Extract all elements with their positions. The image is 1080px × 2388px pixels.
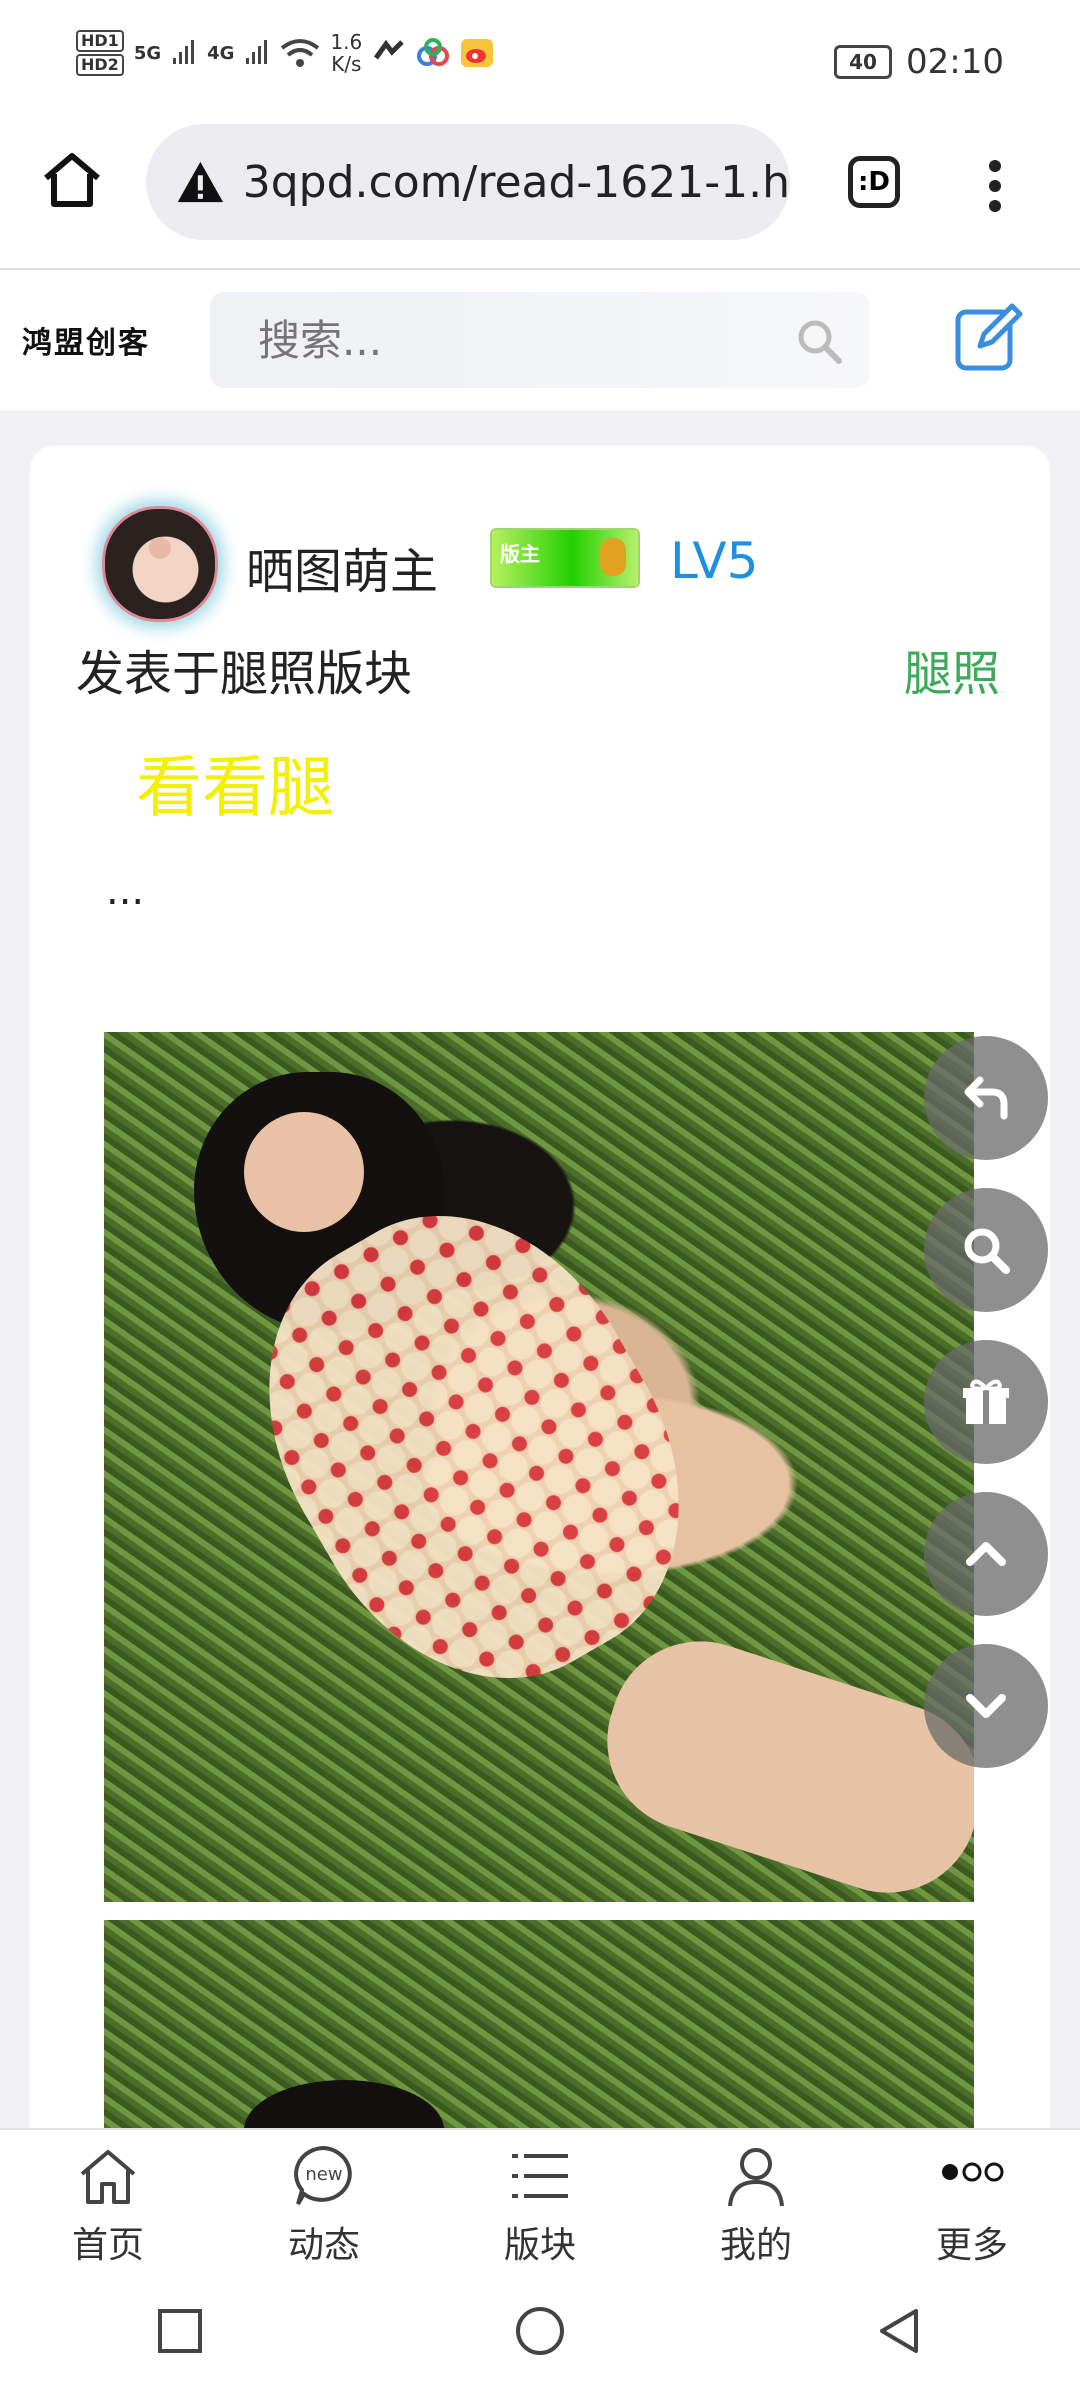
post-image-1[interactable] (104, 1032, 974, 1902)
forum-tag-link[interactable]: 腿照 (904, 634, 1000, 704)
user-avatar[interactable] (102, 506, 218, 622)
bottom-tab-bar: 首页 new 动态 版块 我的 更多 (0, 2128, 1080, 2274)
search-icon[interactable] (794, 316, 844, 366)
badge-text: 版主 (500, 542, 540, 566)
badge-figure-icon (600, 538, 626, 576)
site-header: 鸿盟创客 (0, 270, 1080, 410)
tab-forums[interactable]: 版块 (432, 2130, 648, 2274)
tab-home-label: 首页 (71, 2225, 144, 2266)
list-icon (512, 2154, 568, 2198)
warning-icon[interactable] (176, 156, 225, 208)
moderator-badge: 版主 (492, 530, 638, 586)
browser-menu-icon[interactable] (980, 156, 1010, 216)
site-logo[interactable]: 鸿盟创客 (22, 318, 150, 362)
status-bar: HD1 HD2 5G 4G 1.6 K/s 40 02:10 (0, 0, 1080, 120)
home-icon[interactable] (40, 148, 104, 212)
new-bubble-icon: new (294, 2145, 352, 2206)
tab-me-label: 我的 (719, 2225, 792, 2266)
system-nav-bar (0, 2274, 1080, 2388)
tab-more[interactable]: 更多 (864, 2130, 1080, 2274)
status-right: 40 02:10 (834, 42, 1004, 82)
net-speed-value: 1.6 (330, 30, 363, 54)
address-bar[interactable]: 3qpd.com/read-1621-1.h (146, 124, 790, 240)
net-speed-unit: K/s (331, 52, 362, 76)
signal-5g-icon: 5G (133, 42, 162, 64)
tab-more-label: 更多 (935, 2225, 1008, 2266)
search-box[interactable] (210, 292, 870, 390)
more-dots-icon (942, 2162, 1004, 2182)
scroll-top-button[interactable] (924, 1492, 1048, 1616)
edit-icon[interactable] (954, 302, 1024, 372)
hd1-indicator: HD1 (76, 30, 124, 52)
app-notification-icon (374, 39, 405, 60)
back-icon (964, 1076, 1008, 1120)
post-card: 晒图萌主 版主 LV5 发表于腿照版块 腿照 看看腿 ... (30, 446, 1050, 2226)
search-fab-button[interactable] (924, 1188, 1048, 1312)
hd-indicators: HD1 HD2 (76, 30, 124, 76)
tab-feed-label: 动态 (287, 2225, 360, 2266)
signal-bars-2-icon (246, 40, 268, 64)
home-circle-icon[interactable] (514, 2305, 566, 2357)
person-icon (728, 2148, 784, 2207)
hd2-indicator: HD2 (76, 54, 124, 76)
clock: 02:10 (906, 42, 1004, 82)
wifi-icon (281, 39, 320, 67)
back-triangle-icon[interactable] (874, 2305, 926, 2357)
tab-me[interactable]: 我的 (648, 2130, 864, 2274)
user-level: LV5 (670, 532, 759, 590)
tab-switcher-button[interactable]: :D (848, 156, 900, 208)
svg-text:new: new (305, 2164, 342, 2185)
tab-home[interactable]: 首页 (0, 2130, 216, 2274)
tab-feed[interactable]: new 动态 (216, 2130, 432, 2274)
photo-face (244, 1112, 364, 1232)
search-icon (964, 1228, 1010, 1274)
gift-icon (963, 1379, 1009, 1424)
url-text[interactable]: 3qpd.com/read-1621-1.h (243, 157, 790, 208)
posted-in-text: 发表于腿照版块 (76, 646, 413, 702)
search-input[interactable] (256, 292, 760, 390)
back-button[interactable] (924, 1036, 1048, 1160)
username[interactable]: 晒图萌主 (246, 532, 438, 602)
arrow-down-icon (966, 1694, 1006, 1718)
photo-legs (583, 1617, 974, 1902)
weibo-icon (461, 39, 494, 67)
scroll-bottom-button[interactable] (924, 1644, 1048, 1768)
home-icon (80, 2150, 136, 2204)
signal-4g-icon: 4G (207, 42, 235, 64)
post-title: 看看腿 (136, 749, 334, 826)
browser-toolbar: 3qpd.com/read-1621-1.h :D (0, 120, 1080, 270)
cloud-app-icon (417, 38, 450, 66)
arrow-up-icon (966, 1542, 1006, 1566)
status-left: HD1 HD2 5G 4G 1.6 K/s (76, 30, 494, 76)
tab-forums-label: 版块 (503, 2225, 576, 2266)
gift-button[interactable] (924, 1340, 1048, 1464)
signal-bars-icon (173, 40, 195, 64)
net-speed: 1.6 K/s (330, 31, 362, 75)
battery-icon: 40 (834, 45, 893, 79)
recents-square-icon[interactable] (154, 2305, 206, 2357)
post-excerpt: ... (106, 868, 145, 914)
